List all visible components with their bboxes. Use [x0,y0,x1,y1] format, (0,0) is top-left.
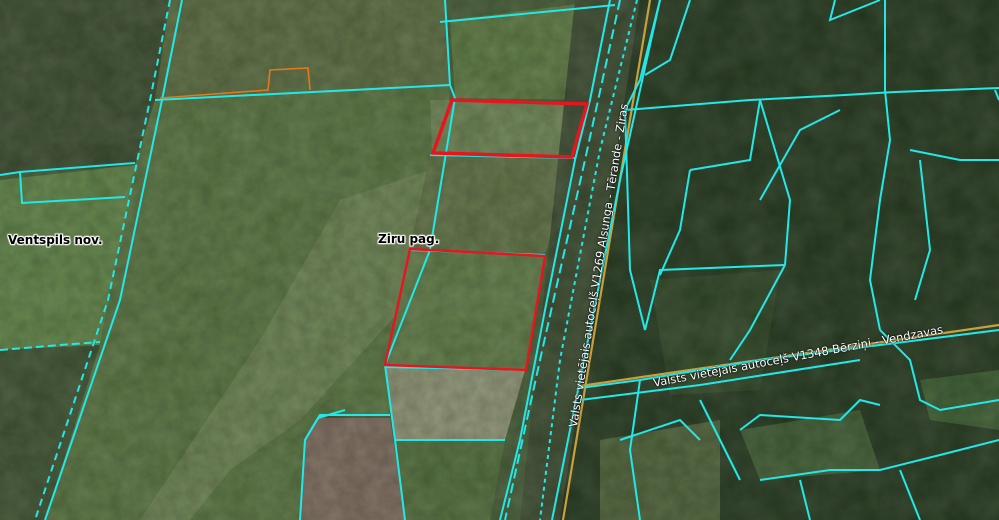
map-view[interactable]: Ventspils nov. Ziru pag. Valsts vietējai… [0,0,999,520]
municipality-label: Ventspils nov. [8,233,103,247]
map-canvas[interactable] [0,0,999,520]
parish-label: Ziru pag. [378,232,440,246]
satellite-imagery [0,0,999,520]
